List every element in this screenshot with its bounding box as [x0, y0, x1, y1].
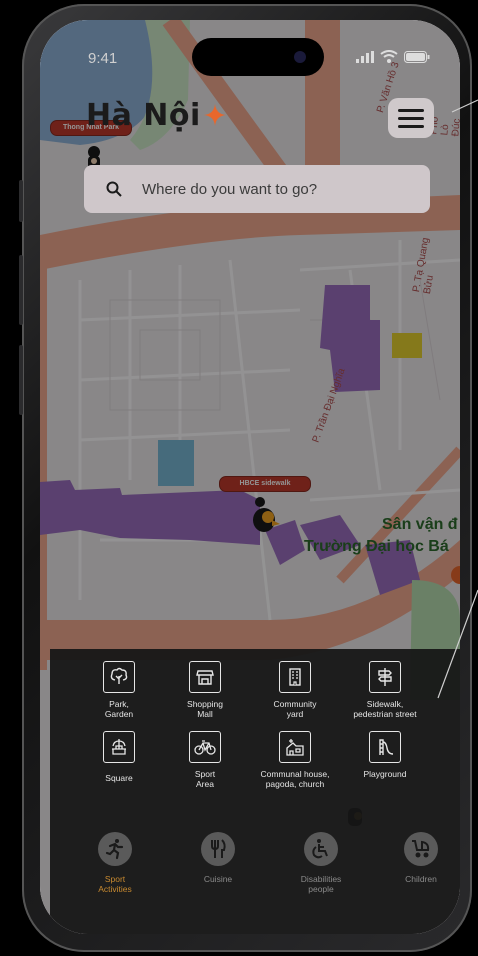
- category-label: Shopping Mall: [187, 699, 223, 719]
- menu-button[interactable]: [388, 98, 434, 138]
- stroller-icon: [404, 832, 438, 866]
- activity-children[interactable]: Children: [376, 832, 460, 884]
- category-label: Sport Area: [194, 769, 216, 789]
- category-label: Community yard: [273, 699, 317, 719]
- category-playground[interactable]: Playground: [340, 731, 430, 779]
- category-sport-area[interactable]: Sport Area: [160, 731, 250, 789]
- category-panel: Park, Garden Shopping Mall Community yar…: [50, 649, 460, 934]
- shop-icon: [189, 661, 221, 693]
- building-icon: [279, 661, 311, 693]
- signal-icon: [356, 50, 374, 63]
- activity-cuisine[interactable]: Cuisine: [173, 832, 263, 884]
- activity-label: Disabilities people: [300, 874, 342, 894]
- star-icon: [204, 104, 226, 126]
- map-place-name: Sân vận đ: [382, 516, 458, 533]
- category-label: Square: [105, 773, 133, 783]
- activity-sport[interactable]: Sport Activities: [70, 832, 160, 894]
- activity-label: Cuisine: [203, 874, 233, 884]
- cutlery-icon: [201, 832, 235, 866]
- running-icon: [98, 832, 132, 866]
- wifi-icon: [380, 50, 398, 63]
- category-shopping-mall[interactable]: Shopping Mall: [160, 661, 250, 719]
- camera-icon: [294, 51, 306, 63]
- house-icon: [279, 731, 311, 763]
- dynamic-island: [192, 38, 324, 76]
- search-bar[interactable]: [84, 165, 430, 213]
- map-place-name: Trường Đại học Bá: [304, 538, 449, 555]
- bicycle-icon: [189, 731, 221, 763]
- category-label: Communal house, pagoda, church: [260, 769, 330, 789]
- activity-label: Sport Activities: [98, 874, 132, 894]
- signpost-icon: [369, 661, 401, 693]
- search-icon: [106, 181, 122, 197]
- slide-icon: [369, 731, 401, 763]
- category-label: Playground: [363, 769, 407, 779]
- page-title: Hà Nội: [86, 98, 201, 133]
- status-time: 9:41: [88, 50, 118, 67]
- search-input[interactable]: [140, 179, 404, 199]
- category-label: Park, Garden: [104, 699, 134, 719]
- status-icons: [356, 50, 430, 63]
- fountain-icon: [103, 731, 135, 763]
- app-screen: Thong Nhat Park HBCE sidewalk Sân vận đ …: [40, 20, 460, 934]
- category-park-garden[interactable]: Park, Garden: [74, 661, 164, 719]
- side-button: [19, 180, 23, 222]
- tree-icon: [103, 661, 135, 693]
- side-button: [19, 255, 23, 325]
- wheelchair-icon: [304, 832, 338, 866]
- activity-disabilities[interactable]: Disabilities people: [276, 832, 366, 894]
- category-sidewalk[interactable]: Sidewalk, pedestrian street: [340, 661, 430, 719]
- activity-label: Children: [405, 874, 437, 884]
- side-button: [19, 345, 23, 415]
- category-communal-house[interactable]: Communal house, pagoda, church: [250, 731, 340, 789]
- map-pin-label[interactable]: HBCE sidewalk: [219, 476, 311, 492]
- category-community-yard[interactable]: Community yard: [250, 661, 340, 719]
- category-square[interactable]: Square: [74, 731, 164, 783]
- battery-icon: [404, 50, 430, 63]
- category-label: Sidewalk, pedestrian street: [353, 699, 417, 719]
